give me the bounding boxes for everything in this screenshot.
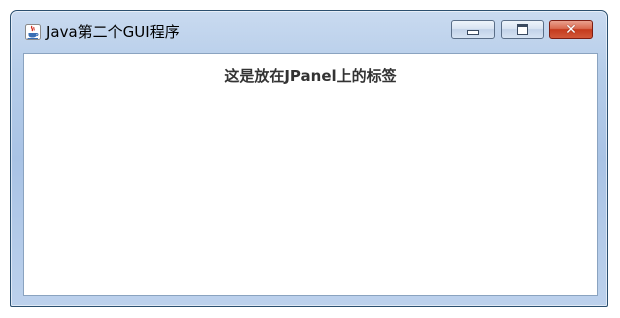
maximize-button[interactable] xyxy=(501,20,544,39)
app-window: Java第二个GUI程序 ✕ 这是放在JPanel上的标签 xyxy=(10,10,608,307)
panel-label: 这是放在JPanel上的标签 xyxy=(224,67,397,85)
java-cup-icon[interactable] xyxy=(25,24,41,40)
title-bar[interactable]: Java第二个GUI程序 ✕ xyxy=(11,11,607,52)
maximize-icon xyxy=(517,24,528,35)
window-title: Java第二个GUI程序 xyxy=(46,23,180,41)
close-icon: ✕ xyxy=(565,21,577,38)
close-button[interactable]: ✕ xyxy=(549,20,593,39)
jpanel-content: 这是放在JPanel上的标签 xyxy=(23,53,598,296)
minimize-icon xyxy=(467,30,479,35)
minimize-button[interactable] xyxy=(451,20,495,39)
